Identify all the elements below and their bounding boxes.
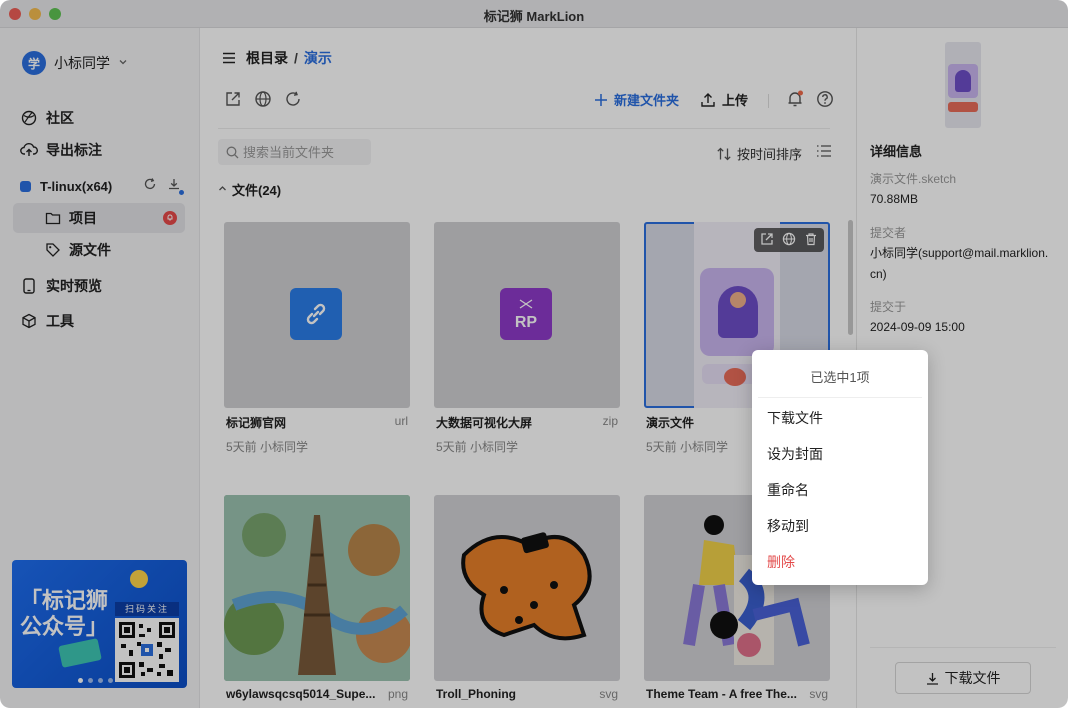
menu-item-move-to[interactable]: 移动到 bbox=[758, 508, 922, 544]
context-menu: 已选中1项 下载文件 设为封面 重命名 移动到 删除 bbox=[752, 350, 928, 585]
context-menu-title: 已选中1项 bbox=[758, 350, 922, 398]
menu-item-delete[interactable]: 删除 bbox=[758, 544, 922, 580]
menu-item-rename[interactable]: 重命名 bbox=[758, 472, 922, 508]
menu-item-download[interactable]: 下载文件 bbox=[758, 400, 922, 436]
menu-item-set-cover[interactable]: 设为封面 bbox=[758, 436, 922, 472]
app-window: 标记狮 MarkLion 学 小标同学 社区 导出标注 T-linux(x64) bbox=[0, 0, 1068, 708]
